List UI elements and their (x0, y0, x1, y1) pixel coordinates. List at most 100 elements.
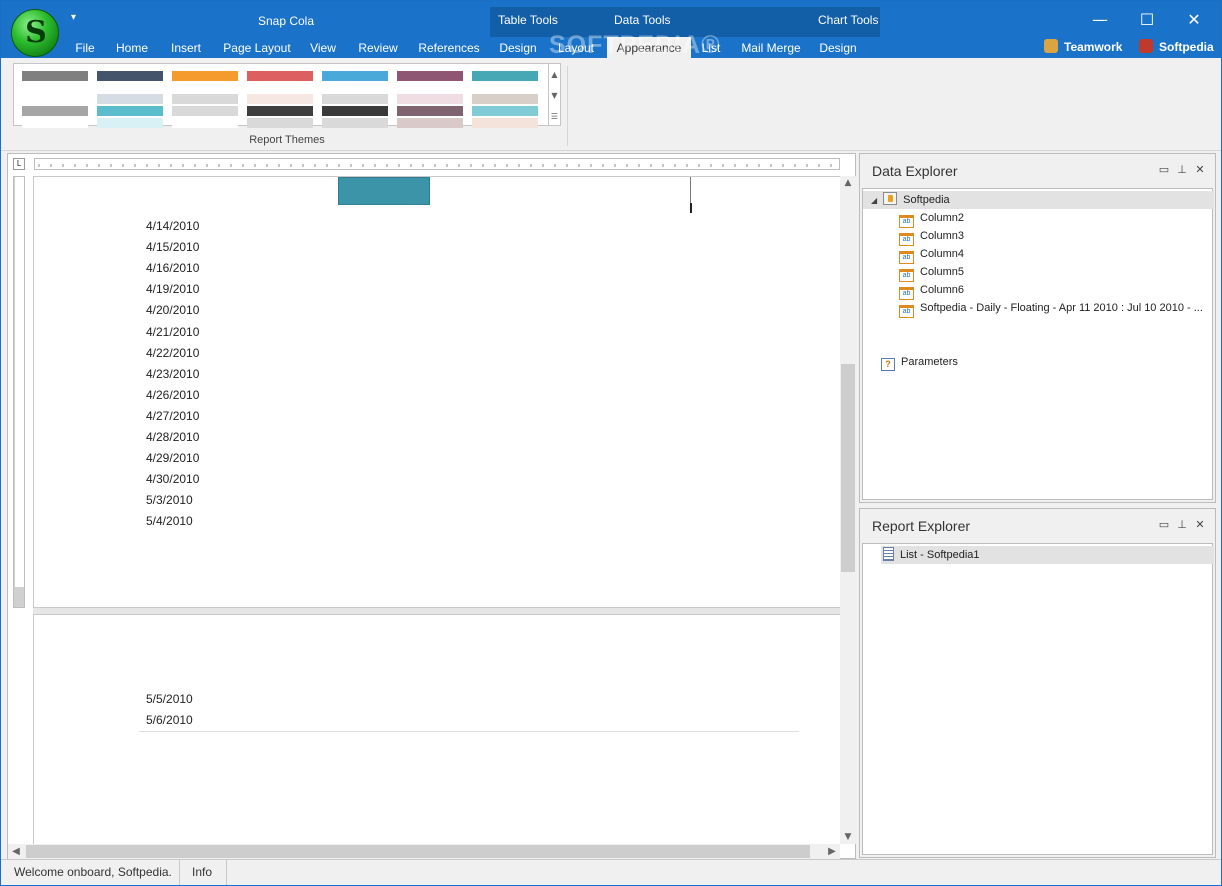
vertical-scrollbar[interactable]: ▲ ▼ (840, 176, 856, 844)
theme-swatch[interactable] (322, 66, 388, 128)
vertical-ruler[interactable] (13, 176, 25, 608)
status-info[interactable]: Info (185, 860, 227, 885)
report-item-label: List - Softpedia1 (900, 549, 980, 561)
parameters-icon: ? (881, 358, 895, 371)
gallery-expand-icon[interactable]: ☰ (549, 106, 560, 127)
panel-close-icon[interactable]: ✕ (1191, 163, 1209, 176)
panel-close-icon[interactable]: ✕ (1191, 518, 1209, 531)
tab-home[interactable]: Home (111, 37, 153, 58)
panel-maximize-icon[interactable]: ▭ (1155, 163, 1173, 176)
user-account-button[interactable]: Softpedia (1139, 39, 1214, 54)
tree-item-column[interactable]: ab Column4 (899, 245, 964, 264)
panel-pin-icon[interactable]: ⊥ (1173, 518, 1191, 531)
column-label: Column6 (920, 284, 965, 296)
table-row[interactable]: 4/29/2010 (146, 449, 199, 467)
theme-swatch[interactable] (472, 66, 538, 128)
table-row[interactable]: 4/16/2010 (146, 259, 199, 277)
tab-chart-design[interactable]: Design (813, 37, 863, 58)
table-row[interactable]: 5/4/2010 (146, 512, 193, 530)
teamwork-icon (1044, 39, 1058, 53)
theme-swatch[interactable] (247, 66, 313, 128)
tab-stop-selector[interactable]: L (13, 158, 25, 170)
theme-swatch[interactable] (22, 66, 88, 128)
panel-pin-icon[interactable]: ⊥ (1173, 163, 1191, 176)
table-row[interactable]: 4/26/2010 (146, 386, 199, 404)
theme-color-bar (472, 106, 538, 116)
scroll-down-icon[interactable]: ▼ (840, 830, 856, 844)
theme-swatch[interactable] (397, 66, 463, 128)
table-header-cell[interactable] (338, 177, 430, 205)
table-row[interactable]: 4/28/2010 (146, 428, 199, 446)
column-label: Column3 (920, 230, 965, 242)
table-row[interactable]: 5/3/2010 (146, 491, 193, 509)
table-row[interactable]: 4/14/2010 (146, 217, 199, 235)
theme-color-bar (22, 71, 88, 81)
vertical-scroll-thumb[interactable] (841, 364, 855, 572)
report-explorer-controls: ▭ ⊥ ✕ (1155, 518, 1209, 531)
table-row[interactable]: 4/20/2010 (146, 301, 199, 319)
close-button[interactable]: ✕ (1176, 9, 1212, 31)
user-account-label: Softpedia (1159, 40, 1214, 54)
tab-view[interactable]: View (305, 37, 341, 58)
scroll-up-icon[interactable]: ▲ (840, 176, 856, 190)
table-row[interactable]: 4/22/2010 (146, 344, 199, 362)
theme-color-bar (22, 94, 88, 104)
table-row[interactable]: 5/6/2010 (146, 711, 193, 729)
column-field-icon: ab (899, 305, 914, 318)
tree-item-list-softpedia1[interactable]: List - Softpedia1 (881, 546, 1214, 564)
scroll-left-icon[interactable]: ◀ (8, 844, 24, 859)
tree-root-label: Softpedia (903, 194, 950, 206)
table-row[interactable]: 4/19/2010 (146, 280, 199, 298)
report-page-2[interactable]: 5/5/2010 5/6/2010 (33, 614, 841, 844)
theme-color-bar (247, 71, 313, 81)
theme-color-bar (322, 94, 388, 104)
gallery-down-icon[interactable]: ▼ (549, 85, 560, 106)
tab-file[interactable]: File (67, 37, 103, 58)
theme-color-bar (397, 71, 463, 81)
report-explorer-title: Report Explorer (872, 518, 971, 534)
quick-access-dropdown-icon[interactable]: ▾ (71, 12, 76, 23)
theme-color-bar (97, 106, 163, 116)
horizontal-ruler[interactable] (34, 158, 840, 170)
teamwork-button[interactable]: Teamwork (1044, 39, 1122, 54)
tree-item-parameters[interactable]: ? Parameters (881, 353, 958, 371)
tab-page-layout[interactable]: Page Layout (219, 37, 295, 58)
context-label-data-tools: Data Tools (614, 13, 671, 27)
theme-color-bar (22, 106, 88, 116)
theme-swatch[interactable] (172, 66, 238, 128)
horizontal-scroll-thumb[interactable] (26, 845, 810, 858)
report-page-1[interactable]: 4/14/2010 4/15/2010 4/16/2010 4/19/2010 4/20… (33, 176, 841, 608)
tree-item-column[interactable]: ab Column2 (899, 209, 964, 228)
table-row[interactable]: 4/21/2010 (146, 323, 199, 341)
theme-color-bar (247, 106, 313, 116)
theme-color-bar (397, 94, 463, 104)
tab-insert[interactable]: Insert (163, 37, 209, 58)
maximize-button[interactable]: ☐ (1129, 9, 1165, 31)
tree-root-softpedia[interactable]: ◢ Softpedia (863, 191, 1214, 209)
tree-item-column[interactable]: ab Column3 (899, 227, 965, 246)
theme-swatch[interactable] (97, 66, 163, 128)
tree-item-column[interactable]: ab Column5 (899, 263, 964, 282)
horizontal-scrollbar[interactable]: ◀ ▶ (8, 844, 840, 859)
panel-maximize-icon[interactable]: ▭ (1155, 518, 1173, 531)
status-bar: Welcome onboard, Softpedia. Info (1, 859, 1221, 885)
table-row[interactable]: 5/5/2010 (146, 690, 193, 708)
document-area: L 4/14/2010 4/15/2010 4/16/2010 4/19/2010 4/… (7, 153, 856, 859)
minimize-button[interactable]: — (1082, 9, 1118, 31)
collapse-arrow-icon[interactable]: ◢ (871, 196, 877, 205)
theme-color-bar (97, 94, 163, 104)
tree-item-column[interactable]: ab Column6 (899, 281, 965, 300)
tree-item-column[interactable]: ab Softpedia - Daily - Floating - Apr 11 … (899, 299, 1203, 318)
table-row[interactable]: 4/27/2010 (146, 407, 199, 425)
scroll-right-icon[interactable]: ▶ (824, 844, 840, 859)
table-row[interactable]: 4/15/2010 (146, 238, 199, 256)
theme-color-bar (172, 94, 238, 104)
tab-review[interactable]: Review (353, 37, 403, 58)
tab-references[interactable]: References (415, 37, 483, 58)
table-row[interactable]: 4/23/2010 (146, 365, 199, 383)
table-row[interactable]: 4/30/2010 (146, 470, 199, 488)
gallery-up-icon[interactable]: ▲ (549, 64, 560, 85)
column-label: Softpedia - Daily - Floating - Apr 11 20… (920, 302, 1203, 314)
tab-table-design[interactable]: Design (493, 37, 543, 58)
tab-mail-merge[interactable]: Mail Merge (737, 37, 805, 58)
